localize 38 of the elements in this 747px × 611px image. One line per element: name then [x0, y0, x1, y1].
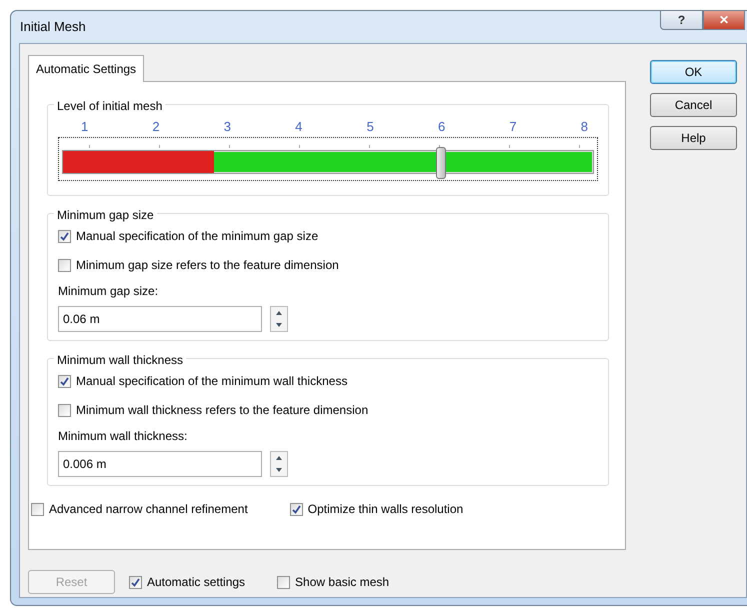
spin-button[interactable]: [270, 306, 288, 332]
input-field[interactable]: 0.006 m: [58, 451, 262, 477]
checkbox[interactable]: [290, 502, 303, 516]
checkbox-label[interactable]: Optimize thin walls resolution: [308, 500, 464, 518]
checkbox[interactable]: [58, 374, 71, 388]
spin-button[interactable]: [270, 451, 288, 477]
tick-label: 3: [224, 118, 232, 136]
cancel-button[interactable]: Cancel: [650, 93, 737, 117]
input-field[interactable]: 0.06 m: [58, 306, 262, 332]
window-title: Initial Mesh: [20, 18, 86, 36]
slider[interactable]: [58, 136, 598, 180]
field-label: Minimum wall thickness:: [58, 428, 188, 445]
checkbox[interactable]: [58, 404, 71, 416]
tick-label: 6: [438, 118, 446, 136]
tick-label: 8: [580, 118, 588, 136]
checkbox[interactable]: [58, 230, 71, 242]
checkbox-label[interactable]: Manual specification of the minimum wall thickness: [76, 372, 348, 390]
checkbox-label[interactable]: Minimum gap size refers to the feature dimension: [76, 256, 339, 274]
tick-label: 1: [81, 118, 88, 136]
field-label: Minimum gap size:: [58, 283, 160, 300]
checkbox-label[interactable]: Automatic settings: [147, 573, 246, 591]
checkbox-label[interactable]: Show basic mesh: [295, 573, 390, 591]
tick-label: 7: [509, 118, 517, 136]
checkbox[interactable]: [31, 502, 44, 516]
checkbox[interactable]: [277, 576, 290, 588]
tick-label: 4: [295, 118, 302, 136]
help-button[interactable]: ?: [660, 10, 703, 30]
tab[interactable]: Automatic Settings: [28, 55, 144, 82]
ok-button[interactable]: OK: [650, 60, 737, 84]
checkbox-label[interactable]: Advanced narrow channel refinement: [49, 500, 248, 518]
help-button[interactable]: Help: [650, 126, 737, 150]
tick-label: 2: [152, 118, 160, 136]
checkbox-label[interactable]: Minimum wall thickness refers to the feature dimension: [76, 401, 368, 419]
checkbox-label[interactable]: Manual specification of the minimum gap size: [76, 227, 318, 245]
checkbox[interactable]: [58, 258, 71, 272]
slider-thumb[interactable]: [436, 146, 446, 178]
tick-label: 5: [366, 118, 374, 136]
checkbox[interactable]: [129, 576, 142, 588]
